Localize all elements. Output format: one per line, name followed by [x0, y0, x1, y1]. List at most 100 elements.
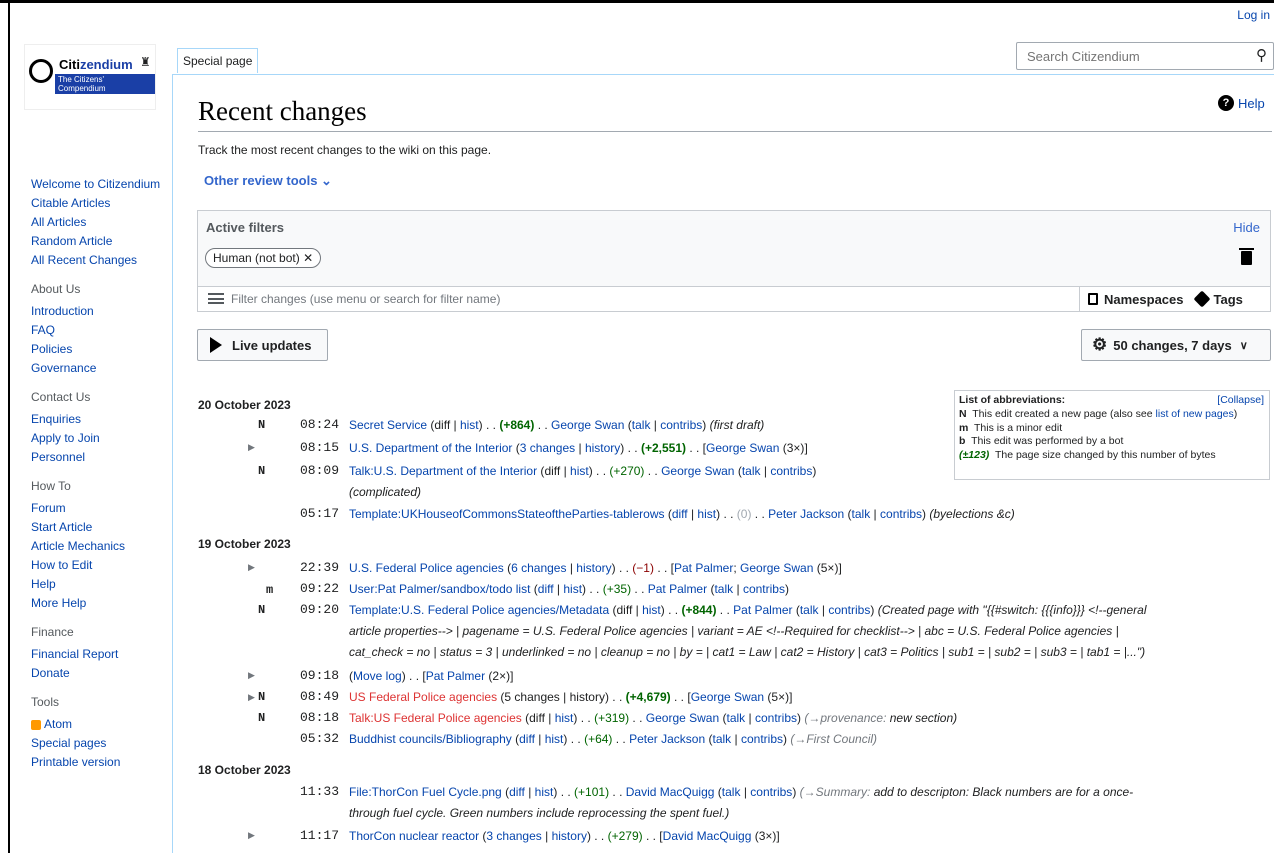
page-link[interactable]: Talk:U.S. Department of the Interior	[349, 464, 537, 478]
history-link[interactable]: history	[576, 561, 611, 575]
talk-link[interactable]: talk	[712, 732, 731, 746]
sidebar-item-financial-report[interactable]: Financial Report	[31, 645, 171, 664]
contribs-link[interactable]: contribs	[770, 464, 812, 478]
sidebar-item-faq[interactable]: FAQ	[31, 321, 171, 340]
help-link[interactable]: ? Help	[1218, 95, 1265, 111]
user-link[interactable]: David MacQuigg	[663, 829, 752, 843]
history-link[interactable]: history	[552, 829, 587, 843]
page-link[interactable]: Template:UKHouseofCommonsStateoftheParti…	[349, 507, 664, 521]
hist-link[interactable]: hist	[642, 603, 661, 617]
user-link[interactable]: Peter Jackson	[768, 507, 844, 521]
hist-link[interactable]: hist	[555, 711, 574, 725]
sidebar-item-random[interactable]: Random Article	[31, 232, 171, 251]
user-link[interactable]: Peter Jackson	[629, 732, 705, 746]
expand-arrow-icon[interactable]: ▶	[248, 830, 255, 841]
user-link[interactable]: George Swan	[551, 418, 624, 432]
sidebar-item-help[interactable]: Help	[31, 575, 171, 594]
page-link[interactable]: U.S. Federal Police agencies	[349, 561, 504, 575]
sidebar-item-atom[interactable]: Atom	[31, 715, 171, 734]
user-link[interactable]: Pat Palmer	[674, 561, 733, 575]
talk-link[interactable]: talk	[800, 603, 819, 617]
user-link[interactable]: David MacQuigg	[626, 785, 715, 799]
changes-link[interactable]: 6 changes	[511, 561, 566, 575]
tab-special-page[interactable]: Special page	[177, 48, 259, 73]
hist-link[interactable]: hist	[697, 507, 716, 521]
sidebar-item-forum[interactable]: Forum	[31, 499, 171, 518]
namespaces-button[interactable]: Namespaces	[1104, 292, 1184, 307]
sidebar-item-apply[interactable]: Apply to Join	[31, 429, 171, 448]
page-link[interactable]: ThorCon nuclear reactor	[349, 829, 479, 843]
user-link[interactable]: Pat Palmer	[648, 582, 707, 596]
tags-button[interactable]: Tags	[1214, 292, 1243, 307]
search-icon[interactable]: ⚲	[1256, 46, 1267, 64]
sidebar-item-governance[interactable]: Governance	[31, 359, 171, 378]
sidebar-item-all-articles[interactable]: All Articles	[31, 213, 171, 232]
collapse-link[interactable]: [Collapse]	[1217, 394, 1264, 408]
sidebar-item-personnel[interactable]: Personnel	[31, 448, 171, 467]
user-link[interactable]: Pat Palmer	[733, 603, 792, 617]
sidebar-item-policies[interactable]: Policies	[31, 340, 171, 359]
new-pages-link[interactable]: list of new pages	[1156, 408, 1234, 420]
page-link[interactable]: User:Pat Palmer/sandbox/todo list	[349, 582, 530, 596]
filter-input[interactable]: Filter changes (use menu or search for f…	[231, 292, 500, 306]
page-link[interactable]: Secret Service	[349, 418, 427, 432]
expand-arrow-icon[interactable]: ▶	[248, 692, 255, 703]
contribs-link[interactable]: contribs	[660, 418, 702, 432]
diff-link[interactable]: diff	[538, 582, 554, 596]
hist-link[interactable]: hist	[545, 732, 564, 746]
user-link[interactable]: George Swan	[661, 464, 734, 478]
page-link[interactable]: Talk:US Federal Police agencies	[349, 711, 522, 725]
user-link[interactable]: George Swan	[740, 561, 813, 575]
page-link[interactable]: U.S. Department of the Interior	[349, 441, 512, 455]
sidebar-item-special-pages[interactable]: Special pages	[31, 734, 171, 753]
talk-link[interactable]: talk	[632, 418, 651, 432]
sidebar-item-article-mechanics[interactable]: Article Mechanics	[31, 537, 171, 556]
hide-filters-link[interactable]: Hide	[1233, 220, 1260, 235]
sidebar-item-introduction[interactable]: Introduction	[31, 302, 171, 321]
page-link[interactable]: File:ThorCon Fuel Cycle.png	[349, 785, 502, 799]
changes-link[interactable]: 3 changes	[520, 441, 575, 455]
sidebar-item-recent-changes[interactable]: All Recent Changes	[31, 251, 171, 270]
sidebar-item-more-help[interactable]: More Help	[31, 594, 171, 613]
search-box[interactable]: ⚲	[1016, 42, 1274, 70]
contribs-link[interactable]: contribs	[743, 582, 785, 596]
hist-link[interactable]: hist	[570, 464, 589, 478]
contribs-link[interactable]: contribs	[755, 711, 797, 725]
sidebar-item-welcome[interactable]: Welcome to Citizendium	[31, 175, 171, 194]
hist-link[interactable]: hist	[563, 582, 582, 596]
trash-icon[interactable]	[1239, 248, 1254, 265]
hist-link[interactable]: hist	[460, 418, 479, 432]
sidebar-item-start-article[interactable]: Start Article	[31, 518, 171, 537]
close-icon[interactable]: ✕	[303, 251, 313, 265]
diff-link[interactable]: diff	[672, 507, 688, 521]
page-link[interactable]: Template:U.S. Federal Police agencies/Me…	[349, 603, 609, 617]
history-link[interactable]: history	[585, 441, 620, 455]
user-link[interactable]: Pat Palmer	[426, 669, 485, 683]
search-input[interactable]	[1025, 48, 1249, 65]
user-link[interactable]: George Swan	[706, 441, 779, 455]
diff-link[interactable]: diff	[509, 785, 525, 799]
contribs-link[interactable]: contribs	[741, 732, 783, 746]
talk-link[interactable]: talk	[722, 785, 741, 799]
live-updates-button[interactable]: Live updates	[197, 329, 328, 361]
page-link[interactable]: US Federal Police agencies	[349, 690, 497, 704]
talk-link[interactable]: talk	[714, 582, 733, 596]
filter-chip-human[interactable]: Human (not bot) ✕	[205, 248, 322, 268]
sidebar-item-citable[interactable]: Citable Articles	[31, 194, 171, 213]
user-link[interactable]: George Swan	[646, 711, 719, 725]
user-link[interactable]: George Swan	[691, 690, 764, 704]
talk-link[interactable]: talk	[742, 464, 761, 478]
talk-link[interactable]: talk	[852, 507, 871, 521]
diff-link[interactable]: diff	[519, 732, 535, 746]
expand-arrow-icon[interactable]: ▶	[248, 562, 255, 573]
site-logo[interactable]: Citizendium The Citizens' Compendium ♜	[24, 44, 156, 110]
sidebar-item-enquiries[interactable]: Enquiries	[31, 410, 171, 429]
other-review-tools-dropdown[interactable]: Other review tools ⌄	[204, 173, 332, 189]
changes-link[interactable]: 3 changes	[486, 829, 541, 843]
sidebar-item-donate[interactable]: Donate	[31, 664, 171, 683]
contribs-link[interactable]: contribs	[750, 785, 792, 799]
menu-icon[interactable]	[208, 293, 224, 304]
changes-limit-dropdown[interactable]: ⚙ 50 changes, 7 days ∨	[1081, 329, 1271, 361]
sidebar-item-how-to-edit[interactable]: How to Edit	[31, 556, 171, 575]
sidebar-item-printable[interactable]: Printable version	[31, 753, 171, 772]
